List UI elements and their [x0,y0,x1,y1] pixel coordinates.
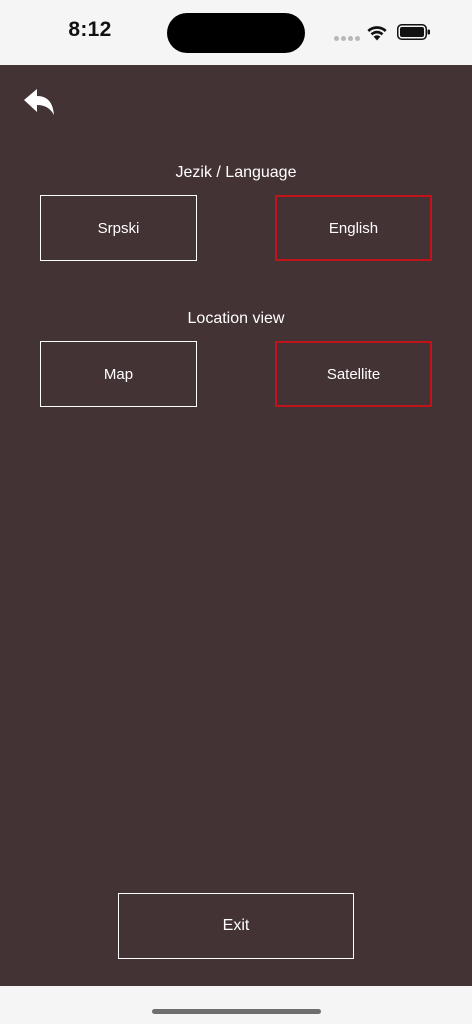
location-satellite-button[interactable]: Satellite [275,341,432,407]
language-english-button[interactable]: English [275,195,432,261]
back-arrow-icon[interactable] [20,84,58,120]
status-time: 8:12 [68,18,112,41]
status-bar: 8:12 [0,0,472,65]
signal-dots-icon [334,36,360,41]
wifi-icon [367,26,387,41]
location-map-button[interactable]: Map [40,341,197,407]
dynamic-island [167,13,305,53]
bottom-bar [0,986,472,1024]
home-indicator[interactable] [152,1009,321,1014]
exit-button[interactable]: Exit [118,893,354,959]
language-srpski-button[interactable]: Srpski [40,195,197,261]
location-view-section-title: Location view [187,310,285,327]
battery-icon [397,24,430,40]
language-section-title: Jezik / Language [175,164,297,181]
